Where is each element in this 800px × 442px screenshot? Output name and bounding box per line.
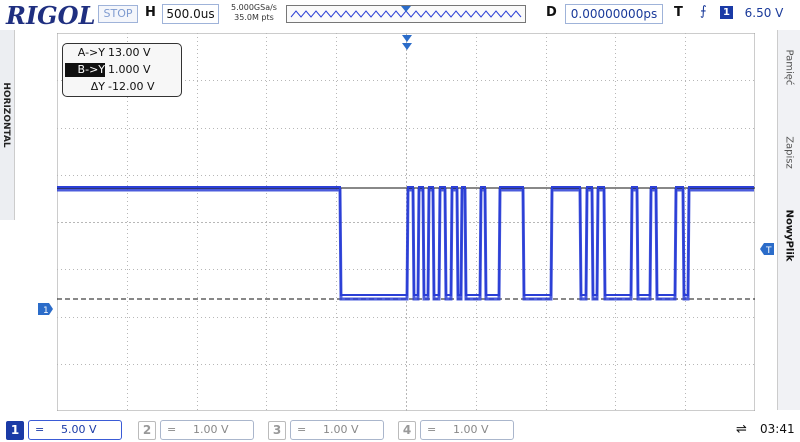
channel-4-number: 4 — [398, 421, 416, 440]
delay-value[interactable]: 0.00000000ps — [565, 4, 663, 24]
memory-map-bar — [286, 5, 526, 23]
channel-ground-label: 1 — [43, 306, 49, 315]
delay-label: D — [546, 5, 557, 20]
menu-item-save-label: Zapisz — [783, 136, 795, 169]
trigger-label: T — [674, 5, 683, 20]
right-softkey-menu: Pamięć Zapisz NowyPlik — [777, 30, 800, 410]
rising-edge-icon: ⨍ — [700, 4, 707, 19]
system-clock: 03:41 — [760, 422, 795, 436]
channel-3-scale-box[interactable]: = 1.00 V — [290, 420, 384, 440]
memory-depth: 35.0M pts — [234, 13, 274, 22]
top-status-bar: RIGOL STOP H 500.0us 5.000GSa/s 35.0M pt… — [0, 0, 800, 30]
channel-1-number: 1 — [6, 421, 24, 440]
acquisition-info: 5.000GSa/s 35.0M pts — [228, 3, 280, 23]
memory-position-marker — [401, 6, 411, 12]
dc-coupling-icon: = — [35, 423, 45, 436]
horizontal-tab-label: HORIZONTAL — [1, 82, 11, 148]
cursor-measurement-panel: A->Y 13.00 V B->Y 1.000 V ΔY -12.00 V — [62, 43, 182, 97]
sample-rate: 5.000GSa/s — [231, 3, 277, 12]
channel-2-number: 2 — [138, 421, 156, 440]
menu-item-memory[interactable]: Pamięć — [778, 40, 800, 100]
horizontal-label: H — [145, 5, 156, 20]
trigger-level-marker[interactable]: T — [760, 243, 774, 255]
cursor-a-label: A->Y — [77, 46, 105, 59]
channel-1-scale: 5.00 V — [61, 423, 97, 436]
channel-3-scale: 1.00 V — [323, 423, 359, 436]
channel-2-scale: 1.00 V — [193, 423, 229, 436]
channel-status-bar: 1 = 5.00 V 2 = 1.00 V 3 = 1.00 V 4 = 1.0… — [0, 418, 800, 442]
cursor-b-value: 1.000 V — [108, 63, 151, 76]
run-stop-status[interactable]: STOP — [98, 5, 138, 23]
rigol-logo: RIGOL — [6, 1, 96, 30]
cursor-b-label: B->Y — [65, 63, 105, 77]
cursor-a-value: 13.00 V — [108, 46, 151, 59]
memory-map-waveform — [290, 6, 522, 18]
dc-coupling-icon: = — [297, 423, 307, 436]
channel-1-scale-box[interactable]: = 5.00 V — [28, 420, 122, 440]
menu-item-new-file-label: NowyPlik — [783, 209, 795, 262]
menu-item-memory-label: Pamięć — [783, 49, 795, 86]
channel-4-scale: 1.00 V — [453, 423, 489, 436]
usb-icon: ⇌ — [736, 422, 747, 437]
svg-text:T: T — [765, 246, 772, 255]
channel-1-ground-marker[interactable]: 1 — [38, 303, 54, 315]
cursor-delta-value: -12.00 V — [108, 80, 155, 93]
menu-item-save[interactable]: Zapisz — [778, 125, 800, 185]
cursor-delta-label: ΔY — [90, 80, 105, 93]
dc-coupling-icon: = — [427, 423, 437, 436]
channel-4-scale-box[interactable]: = 1.00 V — [420, 420, 514, 440]
trigger-channel-badge: 1 — [720, 6, 733, 19]
timebase-value[interactable]: 500.0us — [162, 4, 219, 24]
channel-3-number: 3 — [268, 421, 286, 440]
channel-2-scale-box[interactable]: = 1.00 V — [160, 420, 254, 440]
horizontal-tab[interactable]: HORIZONTAL — [0, 30, 15, 220]
trigger-level-value[interactable]: 6.50 V — [740, 4, 788, 22]
menu-item-new-file[interactable]: NowyPlik — [778, 208, 800, 268]
dc-coupling-icon: = — [167, 423, 177, 436]
